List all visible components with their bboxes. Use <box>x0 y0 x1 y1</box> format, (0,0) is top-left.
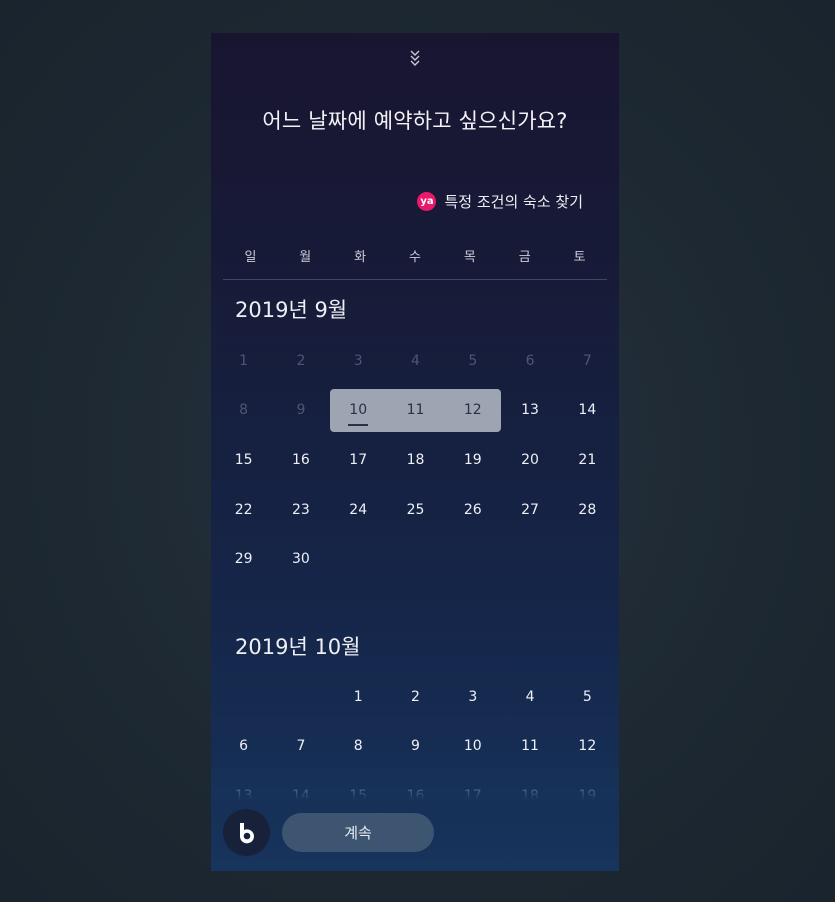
collapse-button[interactable] <box>211 47 619 67</box>
calendar-day: 5 <box>468 352 478 369</box>
continue-button[interactable]: 계속 <box>282 813 434 852</box>
find-lodging-link[interactable]: ya 특정 조건의 숙소 찾기 <box>417 191 583 212</box>
month-title: 2019년 10월 <box>235 635 361 659</box>
double-chevron-down-icon <box>410 50 420 66</box>
calendar-day: 8 <box>239 402 249 419</box>
ya-logo-icon: ya <box>417 192 437 211</box>
weekday-label: 토 <box>573 250 586 265</box>
calendar-day[interactable]: 4 <box>501 672 558 722</box>
calendar-day[interactable]: 13 <box>501 386 558 436</box>
calendar-day[interactable]: 18 <box>387 435 444 485</box>
calendar-day: 6 <box>525 352 535 369</box>
scroll-fade <box>211 760 619 800</box>
calendar-day[interactable]: 10 <box>329 388 387 433</box>
weekday-label: 월 <box>299 250 312 265</box>
page-title: 어느 날짜에 예약하고 싶으신가요? <box>262 109 568 133</box>
calendar-day[interactable]: 29 <box>215 534 272 584</box>
calendar-day[interactable]: 3 <box>444 672 501 722</box>
calendar-day[interactable]: 19 <box>444 435 501 485</box>
weekday-label: 수 <box>409 250 421 265</box>
calendar-day[interactable]: 25 <box>387 485 444 535</box>
calendar-day: 9 <box>296 402 306 419</box>
calendar-empty-cell <box>272 672 329 722</box>
calendar-empty-cell <box>215 672 272 722</box>
calendar-day[interactable]: 28 <box>559 485 616 535</box>
find-lodging-label: 특정 조건의 숙소 찾기 <box>444 193 583 211</box>
weekday-label: 화 <box>354 250 367 265</box>
date-picker-panel: 어느 날짜에 예약하고 싶으신가요? ya 특정 조건의 숙소 찾기 일 월 화… <box>211 33 619 871</box>
calendar-day[interactable]: 2 <box>387 672 444 722</box>
calendar-day[interactable]: 1 <box>330 672 387 722</box>
calendar-day[interactable]: 12 <box>444 388 502 433</box>
bixby-button[interactable] <box>223 809 270 856</box>
calendar-day[interactable]: 27 <box>501 485 558 535</box>
calendar-scroll[interactable]: 2019년 9월 1 2 3 4 5 6 7 8 9 10 11 12 13 14 15 16 17 18 19 20… <box>211 280 619 800</box>
calendar-day[interactable]: 14 <box>559 386 616 436</box>
calendar-day: 3 <box>353 352 363 369</box>
weekday-label: 목 <box>463 250 476 265</box>
calendar-day[interactable]: 22 <box>215 485 272 535</box>
calendar-day[interactable]: 20 <box>501 435 558 485</box>
calendar-day[interactable]: 11 <box>386 388 445 433</box>
bixby-icon <box>239 822 254 843</box>
weekday-label: 일 <box>244 250 257 265</box>
calendar-day: 7 <box>582 352 592 369</box>
weekday-label: 금 <box>518 250 531 265</box>
calendar-day: 2 <box>296 352 306 369</box>
month-grid-september: 1 2 3 4 5 6 7 8 9 10 11 12 13 14 15 16 17 18 19 20 21 22 23 24 2… <box>215 336 616 584</box>
calendar-day[interactable]: 16 <box>272 435 329 485</box>
calendar-day[interactable]: 17 <box>330 435 387 485</box>
calendar-day[interactable]: 24 <box>330 485 387 535</box>
weekday-header: 일 월 화 수 목 금 토 <box>223 247 607 280</box>
calendar-day[interactable]: 5 <box>559 672 616 722</box>
calendar-day[interactable]: 23 <box>272 485 329 535</box>
calendar-day[interactable]: 21 <box>559 435 616 485</box>
calendar-day: 4 <box>411 352 420 369</box>
calendar-day: 1 <box>239 352 249 369</box>
month-title: 2019년 9월 <box>235 298 348 322</box>
calendar-day[interactable]: 15 <box>215 435 272 485</box>
calendar-day[interactable]: 26 <box>444 485 501 535</box>
calendar-day[interactable]: 30 <box>272 534 329 584</box>
